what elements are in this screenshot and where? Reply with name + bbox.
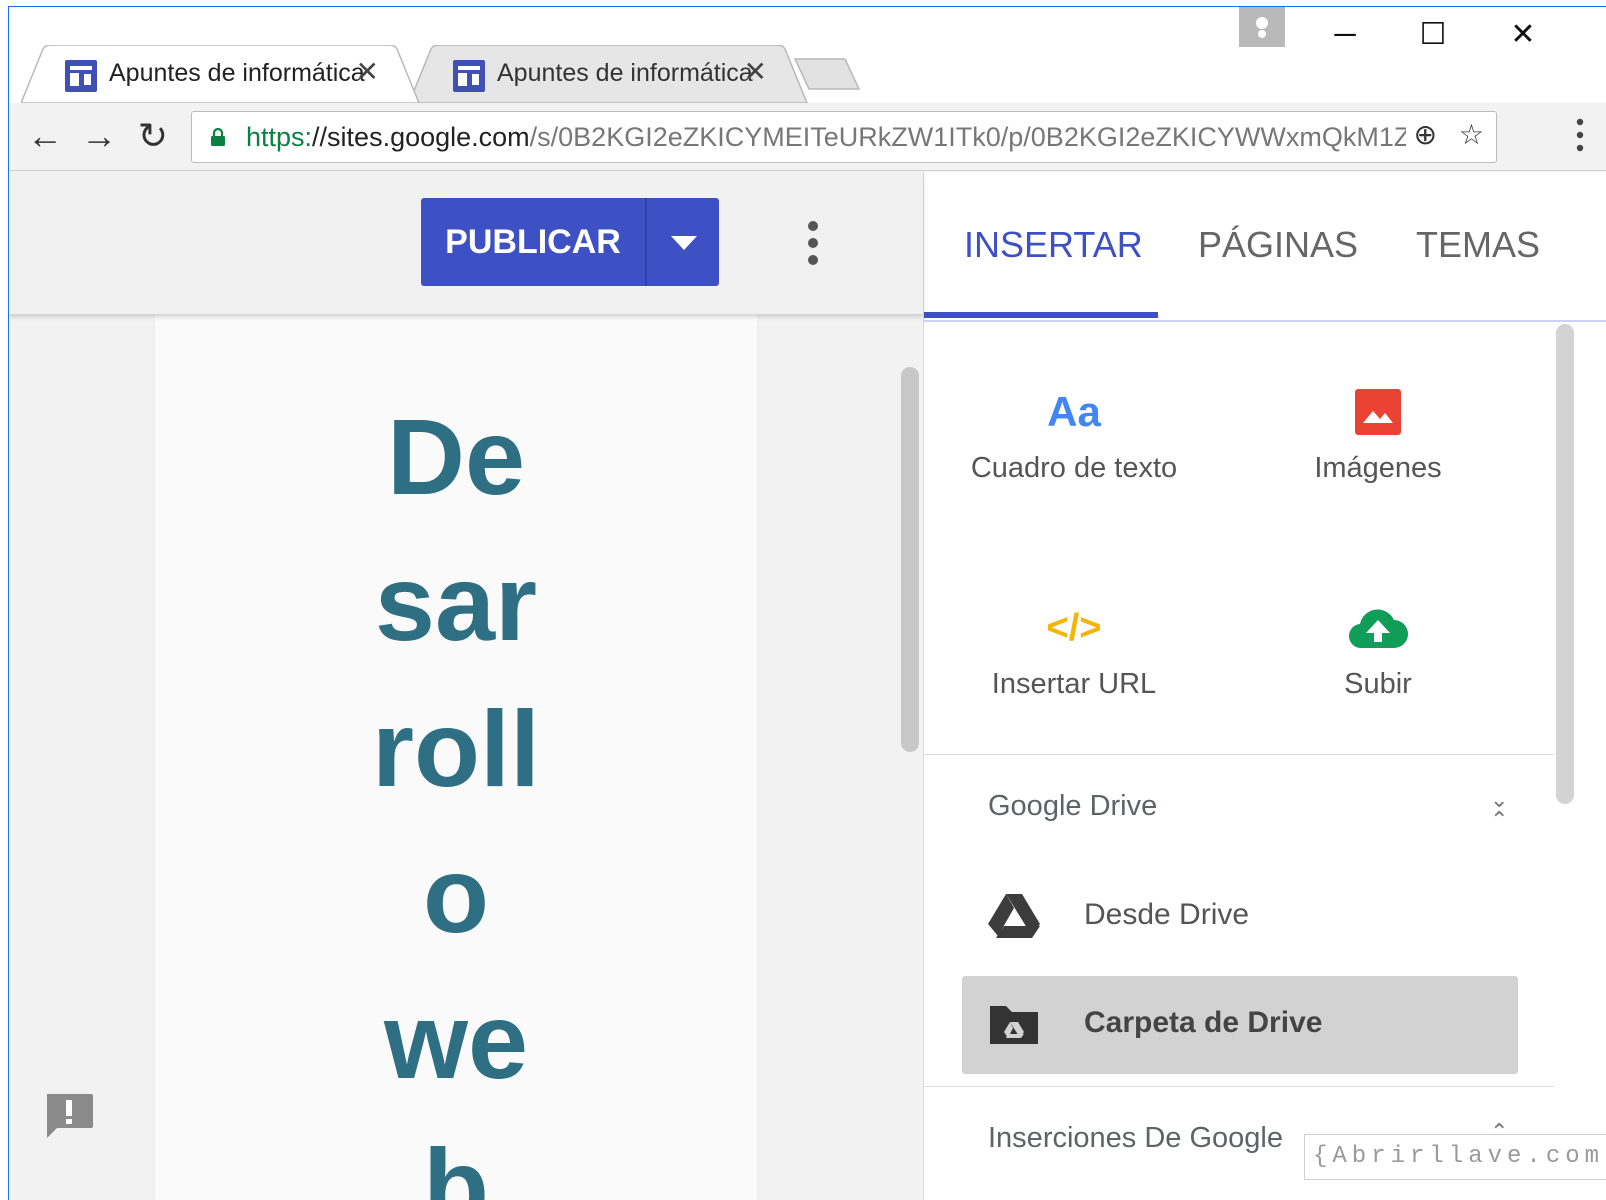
embed-code-icon: </> bbox=[1046, 607, 1102, 649]
page-title-text[interactable]: De sar roll o we b bbox=[155, 384, 757, 1200]
tab-close-icon[interactable]: ✕ bbox=[744, 55, 767, 88]
bookmark-star-icon[interactable]: ☆ bbox=[1459, 119, 1484, 150]
active-tab-indicator bbox=[924, 312, 1158, 318]
title-line: sar bbox=[374, 542, 538, 663]
lock-icon bbox=[211, 128, 225, 146]
publish-button-group: PUBLICAR bbox=[421, 198, 719, 286]
reload-button[interactable]: ↻ bbox=[133, 113, 173, 159]
feedback-icon[interactable] bbox=[43, 1092, 95, 1140]
title-line: roll bbox=[371, 688, 540, 809]
insert-drive-folder[interactable]: Carpeta de Drive bbox=[962, 976, 1518, 1074]
maximize-button[interactable]: ☐ bbox=[1393, 13, 1473, 57]
minimize-button[interactable]: ─ bbox=[1305, 13, 1385, 57]
site-favicon-icon bbox=[65, 60, 97, 92]
publish-button[interactable]: PUBLICAR bbox=[421, 198, 647, 286]
profile-icon[interactable] bbox=[1239, 7, 1285, 47]
browser-window: Apuntes de informática ✕ Apuntes de info… bbox=[8, 6, 1606, 1200]
url-text[interactable]: https://sites.google.com/s/0B2KGI2eZKICY… bbox=[246, 122, 1406, 153]
panel-scrollbar[interactable] bbox=[1556, 324, 1574, 804]
tab-title: Apuntes de informática bbox=[497, 59, 753, 87]
back-button[interactable]: ← bbox=[25, 113, 65, 159]
title-bar: Apuntes de informática ✕ Apuntes de info… bbox=[9, 7, 1606, 103]
site-editor: PUBLICAR De sar roll o we b bbox=[9, 172, 923, 1200]
zoom-icon[interactable]: ⊕ bbox=[1414, 119, 1437, 150]
omnibox-actions: ⊕ ☆ bbox=[1414, 118, 1484, 151]
insert-item-label: Insertar URL bbox=[991, 668, 1157, 700]
browser-tab-active[interactable]: Apuntes de informática ✕ bbox=[21, 45, 421, 103]
site-favicon-icon bbox=[453, 60, 485, 92]
drive-item-label: Desde Drive bbox=[1084, 898, 1250, 931]
title-line: De bbox=[386, 396, 526, 517]
cloud-upload-icon bbox=[1348, 609, 1408, 649]
drive-icon bbox=[988, 894, 1040, 938]
tab-title: Apuntes de informática bbox=[109, 59, 365, 87]
text-box-icon: Aa bbox=[1047, 388, 1101, 435]
title-line: o bbox=[423, 834, 489, 955]
insert-item-label: Imágenes bbox=[1314, 452, 1442, 484]
editor-header: PUBLICAR bbox=[9, 172, 923, 314]
divider bbox=[924, 1086, 1554, 1087]
drive-item-label: Carpeta de Drive bbox=[1084, 1006, 1323, 1039]
insert-grid: Aa Cuadro de texto Imágenes </> Insertar… bbox=[924, 324, 1544, 754]
tab-insertar[interactable]: INSERTAR bbox=[964, 224, 1143, 266]
insert-url[interactable]: </> Insertar URL bbox=[924, 600, 1224, 701]
divider bbox=[924, 754, 1554, 755]
insert-text-box[interactable]: Aa Cuadro de texto bbox=[924, 384, 1224, 485]
insert-item-label: Cuadro de texto bbox=[970, 452, 1178, 484]
collapse-chevron-icon[interactable]: ⌄ ⌃ bbox=[1490, 789, 1508, 831]
google-inserts-section-title[interactable]: Inserciones De Google bbox=[988, 1122, 1283, 1155]
page-canvas[interactable]: De sar roll o we b bbox=[155, 314, 757, 1200]
forward-button[interactable]: → bbox=[79, 113, 119, 159]
insert-from-drive[interactable]: Desde Drive bbox=[962, 868, 1518, 966]
insert-item-label: Subir bbox=[1344, 668, 1412, 700]
more-options-icon[interactable] bbox=[805, 220, 821, 266]
publish-dropdown-icon[interactable] bbox=[649, 198, 719, 286]
google-drive-section-title[interactable]: Google Drive bbox=[988, 790, 1157, 823]
address-bar[interactable]: https://sites.google.com/s/0B2KGI2eZKICY… bbox=[191, 111, 1497, 163]
tab-close-icon[interactable]: ✕ bbox=[356, 55, 379, 88]
title-line: b bbox=[423, 1126, 489, 1200]
watermark: {Abrirllave.com bbox=[1304, 1134, 1606, 1180]
tab-temas[interactable]: TEMAS bbox=[1416, 224, 1540, 266]
browser-menu-icon[interactable] bbox=[1576, 117, 1584, 153]
image-icon bbox=[1355, 389, 1401, 435]
browser-toolbar: ← → ↻ https://sites.google.com/s/0B2KGI2… bbox=[9, 103, 1606, 171]
browser-tab-inactive[interactable]: Apuntes de informática ✕ bbox=[409, 45, 809, 103]
title-line: we bbox=[383, 980, 529, 1101]
insert-upload[interactable]: Subir bbox=[1228, 600, 1528, 701]
side-panel: INSERTAR PÁGINAS TEMAS Aa Cuadro de text… bbox=[923, 172, 1606, 1200]
drive-folder-icon bbox=[990, 1006, 1038, 1044]
editor-scrollbar[interactable] bbox=[901, 367, 919, 752]
close-window-button[interactable]: ✕ bbox=[1483, 13, 1563, 57]
tab-paginas[interactable]: PÁGINAS bbox=[1198, 224, 1358, 266]
insert-images[interactable]: Imágenes bbox=[1228, 384, 1528, 485]
panel-tabs: INSERTAR PÁGINAS TEMAS bbox=[924, 172, 1606, 322]
